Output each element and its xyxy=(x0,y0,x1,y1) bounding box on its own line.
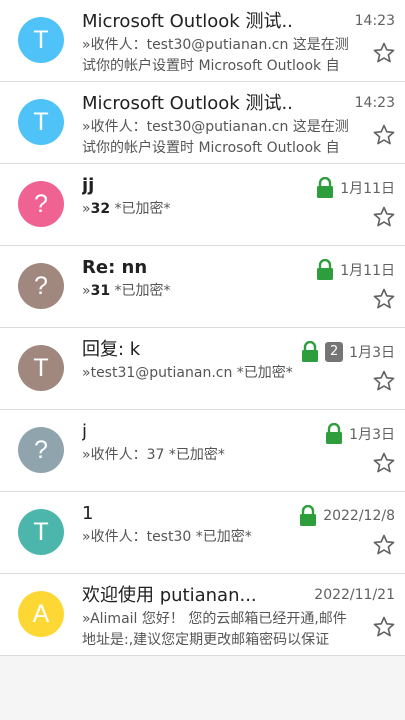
preview-prefix: » xyxy=(82,283,91,299)
preview-text: 收件人：test30@putianan.cn 这是在测试你的帐户设置时 Micr… xyxy=(82,119,349,156)
email-subject: Re: nn xyxy=(82,257,148,278)
star-outline-icon[interactable] xyxy=(372,287,396,311)
email-meta: 14:23 xyxy=(355,13,395,29)
lock-icon xyxy=(317,177,334,198)
preview-prefix: » xyxy=(82,201,91,217)
preview-prefix: » xyxy=(82,529,91,545)
star-outline-icon[interactable] xyxy=(372,205,396,229)
email-subject: Microsoft Outlook 测试.. xyxy=(82,93,293,114)
email-meta: 1月11日 xyxy=(316,177,395,199)
email-subject: jj xyxy=(82,175,95,196)
preview-text: 收件人：37 *已加密* xyxy=(90,447,225,463)
email-meta: 1月11日 xyxy=(316,259,395,281)
email-time: 14:23 xyxy=(354,95,395,111)
star-outline-icon[interactable] xyxy=(372,369,396,393)
preview-prefix: » xyxy=(82,119,91,135)
email-preview: »32 *已加密* xyxy=(82,199,360,220)
preview-sender: 31 xyxy=(90,283,111,299)
email-time: 14:23 xyxy=(354,13,395,29)
email-preview: »收件人：test30 *已加密* xyxy=(82,527,360,548)
avatar[interactable]: T xyxy=(18,345,64,391)
preview-sender: 32 xyxy=(90,201,111,217)
email-subject: j xyxy=(82,421,88,442)
email-subject: Microsoft Outlook 测试.. xyxy=(82,11,293,32)
email-meta: 14:23 xyxy=(355,95,395,111)
email-subject: 回复: k xyxy=(82,339,141,360)
avatar[interactable]: ? xyxy=(18,427,64,473)
email-meta: 2022/11/21 xyxy=(314,587,395,603)
preview-text: 收件人：test30@putianan.cn 这是在测试你的帐户设置时 Micr… xyxy=(82,37,349,74)
avatar[interactable]: T xyxy=(18,99,64,145)
email-subject: 欢迎使用 putianan... xyxy=(82,585,257,606)
email-time: 1月3日 xyxy=(349,427,395,443)
email-preview: »31 *已加密* xyxy=(82,281,360,302)
lock-icon xyxy=(317,259,334,280)
email-time: 2022/11/21 xyxy=(314,587,395,603)
email-content: Microsoft Outlook 测试.. »收件人：test30@putia… xyxy=(82,92,355,159)
email-preview: »收件人：test30@putianan.cn 这是在测试你的帐户设置时 Mic… xyxy=(82,117,360,159)
email-row[interactable]: A 欢迎使用 putianan... »Alimail 您好！ 您的云邮箱已经开… xyxy=(0,574,405,656)
preview-prefix: » xyxy=(82,365,91,381)
email-time: 1月3日 xyxy=(349,345,395,361)
avatar[interactable]: T xyxy=(18,509,64,555)
email-time: 2022/12/8 xyxy=(323,508,395,524)
avatar[interactable]: ? xyxy=(18,181,64,227)
preview-prefix: » xyxy=(82,447,91,463)
email-content: Microsoft Outlook 测试.. »收件人：test30@putia… xyxy=(82,10,355,77)
email-list: T Microsoft Outlook 测试.. »收件人：test30@put… xyxy=(0,0,405,656)
email-content: j »收件人：37 *已加密* xyxy=(82,420,355,466)
star-outline-icon[interactable] xyxy=(372,615,396,639)
email-meta: 2022/12/8 xyxy=(299,505,395,527)
lock-icon xyxy=(300,505,317,526)
email-preview: »Alimail 您好！ 您的云邮箱已经开通,邮件地址是:,建议您定期更改邮箱密… xyxy=(82,609,360,651)
star-outline-icon[interactable] xyxy=(372,41,396,65)
avatar[interactable]: ? xyxy=(18,263,64,309)
email-row[interactable]: ? j »收件人：37 *已加密* 1月3日 xyxy=(0,410,405,492)
email-row[interactable]: T Microsoft Outlook 测试.. »收件人：test30@put… xyxy=(0,0,405,82)
email-subject: 1 xyxy=(82,503,94,524)
preview-text: *已加密* xyxy=(110,201,171,217)
email-row[interactable]: ? jj »32 *已加密* 1月11日 xyxy=(0,164,405,246)
preview-text: 收件人：test30 *已加密* xyxy=(90,529,252,545)
star-outline-icon[interactable] xyxy=(372,451,396,475)
email-content: jj »32 *已加密* xyxy=(82,174,355,220)
email-time: 1月11日 xyxy=(340,263,395,279)
email-preview: »收件人：37 *已加密* xyxy=(82,445,360,466)
email-meta: 2 1月3日 xyxy=(301,341,395,363)
email-row[interactable]: T Microsoft Outlook 测试.. »收件人：test30@put… xyxy=(0,82,405,164)
email-content: Re: nn »31 *已加密* xyxy=(82,256,355,302)
email-time: 1月11日 xyxy=(340,181,395,197)
email-preview: »test31@putianan.cn *已加密* xyxy=(82,363,360,384)
email-row[interactable]: T 回复: k »test31@putianan.cn *已加密* 2 1月3日 xyxy=(0,328,405,410)
star-outline-icon[interactable] xyxy=(372,123,396,147)
lock-icon xyxy=(302,341,319,362)
email-meta: 1月3日 xyxy=(325,423,395,445)
email-row[interactable]: ? Re: nn »31 *已加密* 1月11日 xyxy=(0,246,405,328)
thread-count-badge: 2 xyxy=(325,342,344,362)
email-preview: »收件人：test30@putianan.cn 这是在测试你的帐户设置时 Mic… xyxy=(82,35,360,77)
avatar[interactable]: T xyxy=(18,17,64,63)
preview-text: Alimail 您好！ 您的云邮箱已经开通,邮件地址是:,建议您定期更改邮箱密码… xyxy=(82,611,347,648)
avatar[interactable]: A xyxy=(18,591,64,637)
preview-text: *已加密* xyxy=(110,283,171,299)
star-outline-icon[interactable] xyxy=(372,533,396,557)
lock-icon xyxy=(326,423,343,444)
preview-text: test31@putianan.cn *已加密* xyxy=(90,365,293,381)
email-row[interactable]: T 1 »收件人：test30 *已加密* 2022/12/8 xyxy=(0,492,405,574)
preview-prefix: » xyxy=(82,37,91,53)
preview-prefix: » xyxy=(82,611,91,627)
